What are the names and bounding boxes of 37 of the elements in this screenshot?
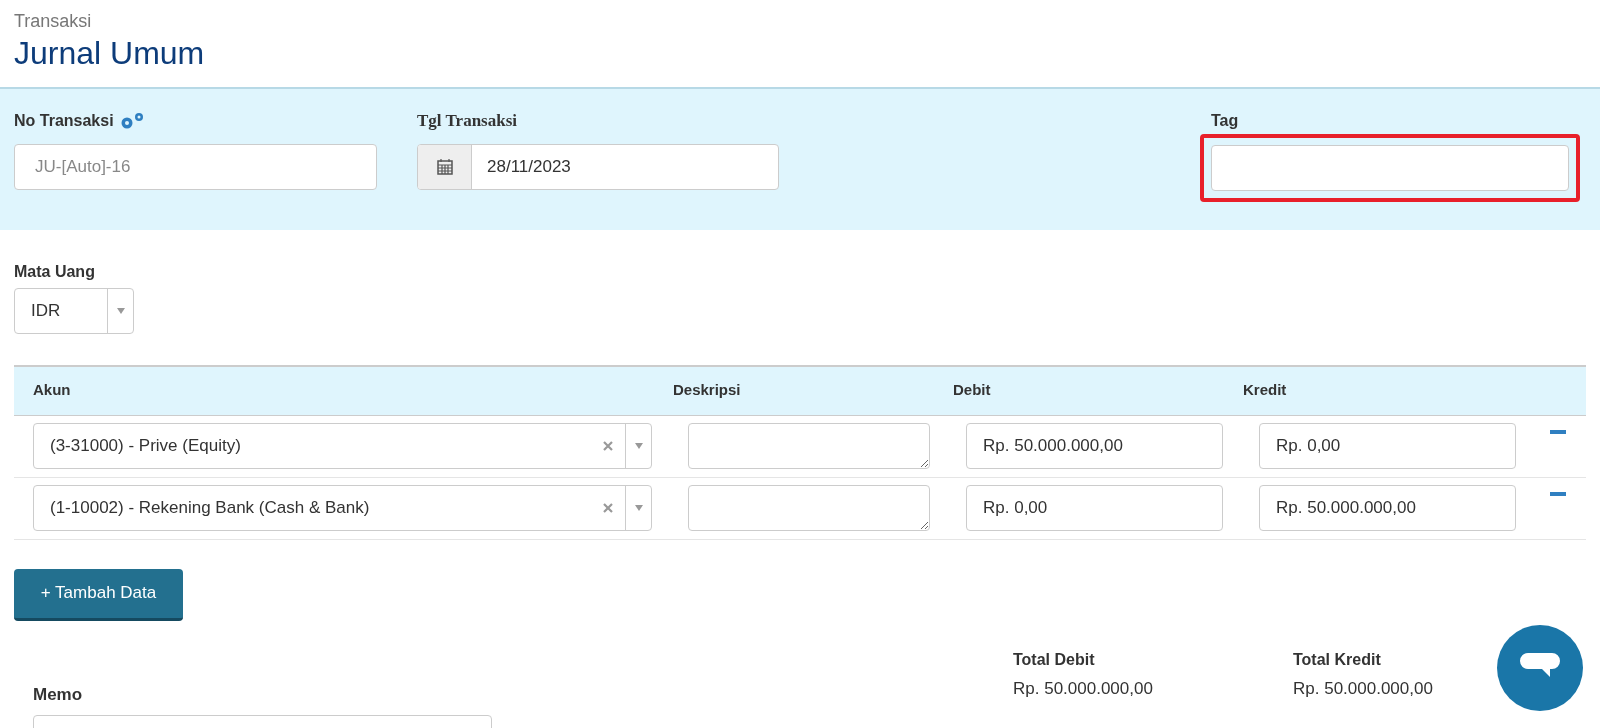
transaction-number-field[interactable]: JU-[Auto]-16 [14,143,377,190]
description-field[interactable] [688,485,930,531]
page-title: Jurnal Umum [14,33,206,73]
caret-icon [634,443,643,449]
total-label: Total Debit [1013,649,1095,670]
add-row-button[interactable]: + Tambah Data [14,568,183,621]
field-label: No Transaksi [14,110,114,131]
currency-select[interactable]: IDR [14,287,134,334]
clear-icon[interactable] [603,503,613,513]
date-field[interactable]: 28/11/2023 [417,143,779,190]
remove-row-button[interactable] [1550,491,1566,496]
total-value: Rp. 50.000.000,00 [1013,677,1153,700]
column-header: Debit [953,380,992,401]
debit-field[interactable]: Rp. 50.000.000,00 [966,423,1223,469]
account-select[interactable]: (1-10002) - Rekening Bank (Cash & Bank) [33,485,652,531]
total-value: Rp. 50.000.000,00 [1293,677,1433,700]
date-value: 28/11/2023 [486,155,572,178]
column-header: Deskripsi [673,380,742,401]
total-label: Total Kredit [1293,649,1381,670]
field-label: Memo [33,683,84,706]
column-header: Akun [33,380,72,401]
caret-icon [634,505,643,511]
field-label: Tag [1210,110,1240,131]
clear-icon[interactable] [603,441,613,451]
description-field[interactable] [688,423,930,469]
column-header: Kredit [1243,380,1288,401]
calendar-icon [436,158,453,175]
tag-field[interactable] [1211,144,1569,191]
account-select[interactable]: (3-31000) - Prive (Equity) [33,423,652,469]
debit-field[interactable]: Rp. 0,00 [966,485,1223,531]
caret-icon [116,307,125,314]
field-label: Tgl Transaksi [417,109,518,132]
breadcrumb: Transaksi [14,10,93,33]
credit-field[interactable]: Rp. 50.000.000,00 [1259,485,1516,531]
credit-field[interactable]: Rp. 0,00 [1259,423,1516,469]
remove-row-button[interactable] [1550,429,1566,434]
field-label: Mata Uang [14,261,96,282]
